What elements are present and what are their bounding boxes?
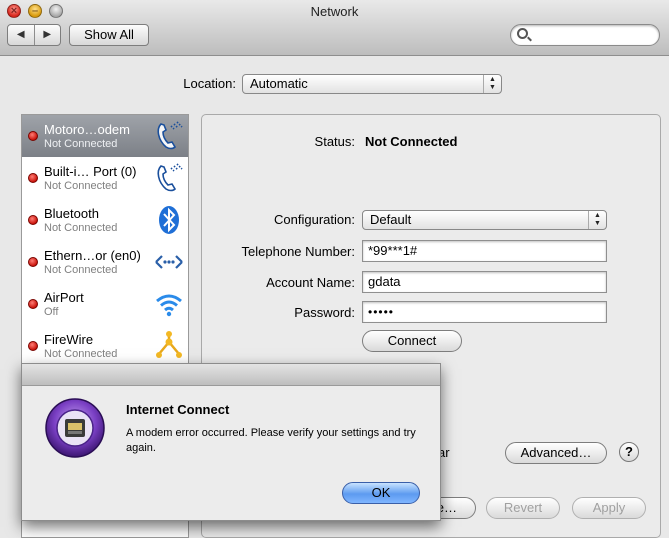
back-forward-control: ◀ ▶ (7, 24, 61, 46)
service-status: Not Connected (44, 348, 118, 360)
account-name-label: Account Name: (266, 275, 355, 290)
apply-button[interactable]: Apply (572, 497, 646, 519)
service-item-airport[interactable]: AirPort Off (22, 283, 188, 325)
alert-heading: Internet Connect (126, 402, 230, 417)
status-dot-icon (28, 257, 38, 267)
modem-phone-icon (157, 163, 183, 192)
service-item-firewire[interactable]: FireWire Not Connected (22, 325, 188, 367)
alert-sheet: Internet Connect A modem error occurred.… (21, 363, 441, 521)
configuration-popup[interactable]: Default ▲ ▼ (362, 210, 607, 230)
back-arrow-icon: ◀ (16, 29, 25, 40)
revert-button[interactable]: Revert (486, 497, 560, 519)
status-dot-icon (28, 299, 38, 309)
telephone-field[interactable]: *99***1# (362, 240, 607, 262)
alert-message: A modem error occurred. Please verify yo… (126, 427, 416, 454)
back-button[interactable]: ◀ (8, 25, 34, 45)
service-status: Not Connected (44, 222, 118, 234)
location-popup[interactable]: Automatic ▲ ▼ (242, 74, 502, 94)
service-name: AirPort (44, 290, 84, 305)
service-status: Not Connected (44, 180, 118, 192)
alert-titlebar (22, 364, 440, 386)
search-input[interactable] (510, 24, 660, 46)
help-button[interactable]: ? (619, 442, 639, 462)
wifi-icon (156, 294, 182, 317)
service-name: FireWire (44, 332, 94, 347)
password-field[interactable]: ••••• (362, 301, 607, 323)
service-name: Ethern…or (en0) (44, 248, 141, 263)
advanced-button[interactable]: Advanced… (505, 442, 607, 464)
firewire-icon (156, 331, 182, 358)
account-name-field[interactable]: gdata (362, 271, 607, 293)
status-value: Not Connected (365, 134, 458, 149)
location-value: Automatic (250, 76, 308, 91)
forward-arrow-icon: ▶ (43, 29, 52, 40)
toolbar: × – Network ◀ ▶ Show All (0, 0, 669, 56)
search-icon (517, 28, 528, 39)
telephone-label: Telephone Number: (241, 244, 355, 259)
location-label: Location: (183, 76, 236, 91)
status-dot-icon (28, 215, 38, 225)
service-name: Motoro…odem (44, 122, 130, 137)
ethernet-arrows-icon (155, 255, 183, 269)
service-name: Bluetooth (44, 206, 99, 221)
status-label: Status: (314, 134, 355, 149)
service-item-bluetooth[interactable]: Bluetooth Not Connected (22, 199, 188, 241)
service-item-ethernet[interactable]: Ethern…or (en0) Not Connected (22, 241, 188, 283)
popup-arrows-icon: ▲ ▼ (483, 75, 501, 93)
service-status: Off (44, 306, 59, 318)
modem-phone-icon (157, 121, 183, 150)
internet-connect-icon (45, 398, 105, 458)
status-dot-icon (28, 173, 38, 183)
service-status: Not Connected (44, 138, 118, 150)
show-all-button[interactable]: Show All (69, 24, 149, 46)
network-window: × – Network ◀ ▶ Show All Location: Autom… (0, 0, 669, 538)
connect-button[interactable]: Connect (362, 330, 462, 352)
service-status: Not Connected (44, 264, 118, 276)
popup-arrows-icon: ▲ ▼ (588, 211, 606, 229)
bluetooth-icon (159, 206, 179, 234)
ok-button[interactable]: OK (342, 482, 420, 504)
configuration-label: Configuration: (274, 212, 355, 227)
service-name: Built-i… Port (0) (44, 164, 137, 179)
password-label: Password: (294, 305, 355, 320)
service-item-motorola-modem[interactable]: Motoro…odem Not Connected (22, 115, 188, 157)
status-dot-icon (28, 341, 38, 351)
forward-button[interactable]: ▶ (33, 25, 61, 45)
service-item-built-in-port[interactable]: Built-i… Port (0) Not Connected (22, 157, 188, 199)
configuration-value: Default (370, 212, 412, 227)
window-title: Network (310, 4, 359, 19)
status-dot-icon (28, 131, 38, 141)
